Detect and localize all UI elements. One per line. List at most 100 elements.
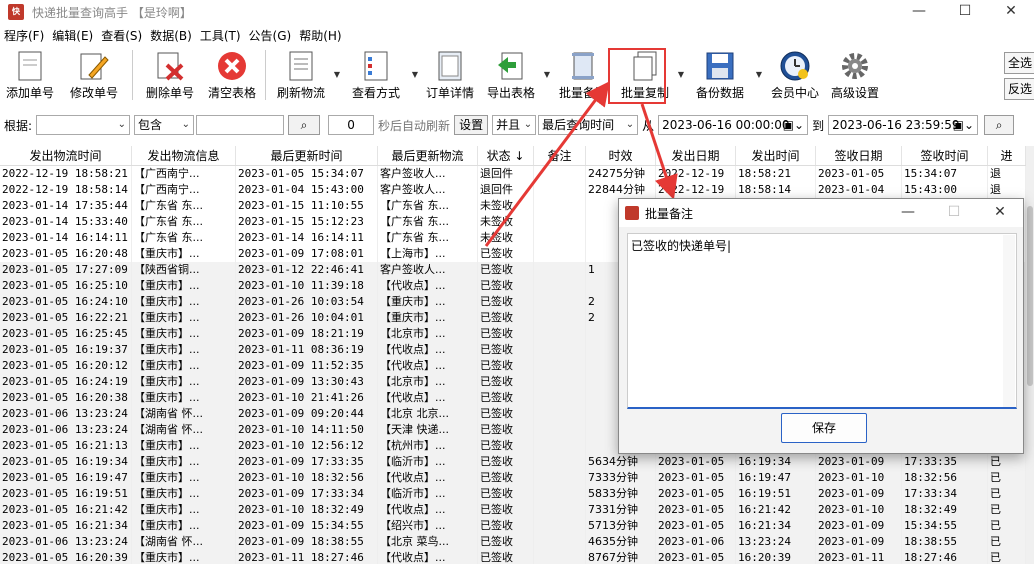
table-cell: 2023-01-05 [816,166,902,182]
logic-select[interactable]: 并且 ⌄ [492,115,537,135]
table-cell: 24275分钟 [586,166,656,182]
table-cell: 13:23:24 [736,534,816,550]
time-search-button[interactable]: ⌕ [984,115,1015,135]
from-datetime-input[interactable]: 2023-06-16 00:00:00 ▣⌄ [658,115,809,135]
chevron-down-icon: ⌄ [523,119,533,130]
search-icon: ⌕ [300,118,308,132]
column-header[interactable]: 最后更新时间 [236,146,378,165]
table-row[interactable]: 2023-01-05 16:21:42 【重庆市】... 2023-01-10 18… [0,502,1026,518]
table-header: 发出物流时间 发出物流信息 最后更新时间 最后更新物流 状态 ↓ 备注 时效 发出日期 发出时间… [0,146,1026,166]
note-textarea[interactable]: 已签收的快递单号| [627,233,1017,409]
table-cell: 已签收 [478,422,534,438]
vertical-scrollbar[interactable] [1026,146,1034,564]
table-row[interactable]: 2023-01-05 16:21:34 【重庆市】... 2023-01-09 15… [0,518,1026,534]
member-center-button[interactable]: 会员中心 [764,46,826,102]
column-header[interactable]: 发出物流时间 [0,146,132,165]
column-header[interactable]: 发出时间 [736,146,816,165]
save-button[interactable]: 保存 [781,413,867,443]
add-order-button[interactable]: 添加单号 [0,46,60,102]
export-dropdown-arrow[interactable]: ▼ [542,46,552,102]
clear-table-button[interactable]: 清空表格 [203,46,261,102]
table-cell: 已 [988,550,1026,564]
set-refresh-button[interactable]: 设置 [454,115,489,135]
table-cell: 2023-01-10 18:32:49 [236,502,378,518]
table-cell: 15:34:55 [902,518,988,534]
refresh-logistics-button[interactable]: 刷新物流 [270,46,332,102]
table-cell [534,182,586,198]
table-row[interactable]: 2023-01-05 16:19:34 【重庆市】... 2023-01-09 17… [0,454,1026,470]
maximize-button[interactable]: ☐ [942,0,988,24]
table-cell: 2023-01-09 [816,486,902,502]
table-cell: 16:19:34 [736,454,816,470]
table-row[interactable]: 2023-01-05 16:19:51 【重庆市】... 2023-01-09 17… [0,486,1026,502]
invert-selection-button[interactable]: 反选 [1004,78,1034,100]
menu-notice[interactable]: 公告(G) [245,27,296,44]
column-header[interactable]: 进 [988,146,1026,165]
table-cell: 2023-01-26 10:03:54 [236,294,378,310]
toolbar-divider [132,50,133,100]
match-select[interactable]: 包含 ⌄ [134,115,195,135]
batch-note-button[interactable]: 批量备注 [552,46,614,102]
column-header[interactable]: 时效 [586,146,656,165]
delete-order-button[interactable]: 删除单号 [137,46,203,102]
table-cell: 2023-01-06 [656,534,736,550]
column-header[interactable]: 备注 [534,146,586,165]
table-cell: 【广东省 东... [132,198,236,214]
table-cell: 4635分钟 [586,534,656,550]
order-detail-button[interactable]: 订单详情 [420,46,480,102]
close-button[interactable]: ✕ [988,0,1034,24]
time-field-select[interactable]: 最后查询时间 ⌄ [538,115,639,135]
column-header[interactable]: 状态 ↓ [478,146,534,165]
advanced-settings-button[interactable]: 高级设置 [826,46,884,102]
table-cell: 2023-01-12 22:46:41 [236,262,378,278]
table-cell: 【广东省 东... [132,214,236,230]
column-header[interactable]: 签收时间 [902,146,988,165]
table-cell: 退 [988,182,1026,198]
search-icon: ⌕ [995,118,1003,132]
column-header[interactable]: 最后更新物流 [378,146,478,165]
table-row[interactable]: 2022-12-19 18:58:21 【广西南宁... 2023-01-05 15… [0,166,1026,182]
keyword-input[interactable] [196,115,285,135]
table-cell: 已签收 [478,534,534,550]
to-datetime-input[interactable]: 2023-06-16 23:59:59 ▣⌄ [828,115,979,135]
table-cell: 15:34:07 [902,166,988,182]
table-cell: 2023-01-10 [816,502,902,518]
menu-help[interactable]: 帮助(H) [295,27,345,44]
table-row[interactable]: 2023-01-05 16:19:47 【重庆市】... 2023-01-10 18… [0,470,1026,486]
backup-data-button[interactable]: 备份数据 [686,46,754,102]
copy-dropdown-arrow[interactable]: ▼ [676,46,686,102]
column-header[interactable]: 发出物流信息 [132,146,236,165]
refresh-seconds-input[interactable]: 0 [328,115,375,135]
view-mode-button[interactable]: 查看方式 [342,46,410,102]
table-row[interactable]: 2023-01-06 13:23:24 【湖南省 怀... 2023-01-09 1… [0,534,1026,550]
table-cell [534,262,586,278]
dialog-minimize-button[interactable]: — [885,199,931,227]
search-button[interactable]: ⌕ [288,115,321,135]
select-all-button[interactable]: 全选 [1004,52,1034,74]
edit-order-button[interactable]: 修改单号 [60,46,128,102]
menu-tools[interactable]: 工具(T) [196,27,245,44]
table-cell: 2023-01-15 15:12:23 [236,214,378,230]
menu-view[interactable]: 查看(S) [97,27,146,44]
table-cell: 16:19:51 [736,486,816,502]
column-header[interactable]: 发出日期 [656,146,736,165]
column-header[interactable]: 签收日期 [816,146,902,165]
refresh-dropdown-arrow[interactable]: ▼ [332,46,342,102]
minimize-button[interactable]: — [896,0,942,24]
menu-data[interactable]: 数据(B) [146,27,196,44]
toolbar: 添加单号 修改单号 删除单号 清空表格 刷新物流 ▼ 查看方式 ▼ 订单详情 导… [0,46,1034,106]
textarea-scrollbar[interactable] [1003,235,1015,407]
backup-dropdown-arrow[interactable]: ▼ [754,46,764,102]
scrollbar-thumb[interactable] [1027,206,1033,386]
table-row[interactable]: 2022-12-19 18:58:14 【广西南宁... 2023-01-04 15… [0,182,1026,198]
menu-program[interactable]: 程序(F) [0,27,48,44]
dialog-close-button[interactable]: ✕ [977,199,1023,227]
table-cell: 【重庆市】... [132,390,236,406]
table-cell: 2023-01-15 11:10:55 [236,198,378,214]
view-dropdown-arrow[interactable]: ▼ [410,46,420,102]
table-row[interactable]: 2023-01-05 16:20:39 【重庆市】... 2023-01-11 18… [0,550,1026,564]
field-select[interactable]: ⌄ [36,115,131,135]
menu-edit[interactable]: 编辑(E) [48,27,97,44]
table-cell: 2023-01-05 15:34:07 [236,166,378,182]
export-table-button[interactable]: 导出表格 [480,46,542,102]
